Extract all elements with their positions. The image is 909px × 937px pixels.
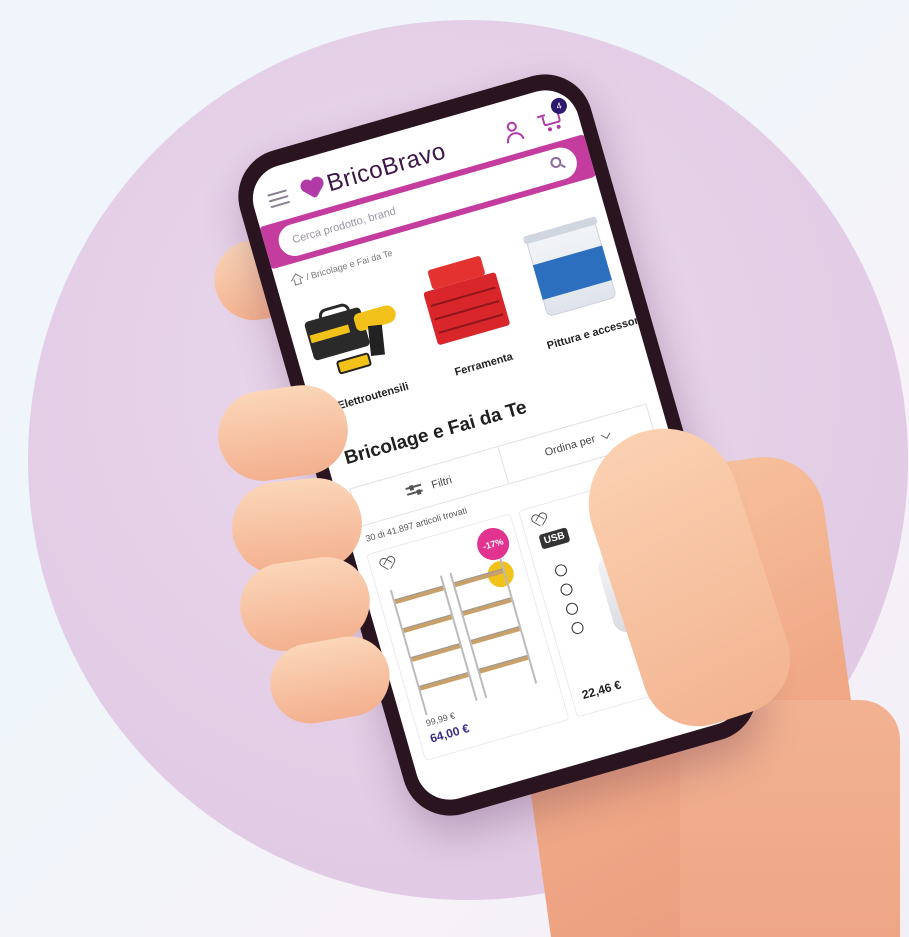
home-icon[interactable] (290, 273, 304, 286)
shelving-image (389, 558, 539, 716)
product-price: 22,46 € (580, 677, 623, 703)
fly-icon (559, 582, 574, 597)
filter-icon (405, 483, 424, 499)
menu-icon[interactable] (267, 189, 291, 209)
discount-badge: -17% (473, 524, 513, 564)
wishlist-heart-icon[interactable] (531, 513, 548, 528)
account-icon[interactable] (502, 119, 525, 144)
paint-bucket-image (512, 209, 640, 334)
power-tools-image (291, 272, 419, 397)
usb-badge: USB (538, 527, 571, 550)
wishlist-heart-icon[interactable] (379, 556, 396, 571)
sort-label: Ordina per (543, 433, 597, 459)
moth-icon (564, 601, 580, 617)
chevron-down-icon (600, 429, 611, 439)
mosquito-icon (553, 562, 569, 578)
filter-label: Filtri (430, 474, 454, 492)
cart-count-badge: 4 (549, 96, 569, 116)
insect-icon (570, 620, 585, 636)
cart-icon[interactable]: 4 (536, 96, 569, 134)
heart-logo-icon (299, 176, 328, 202)
toolbox-image (402, 241, 530, 366)
